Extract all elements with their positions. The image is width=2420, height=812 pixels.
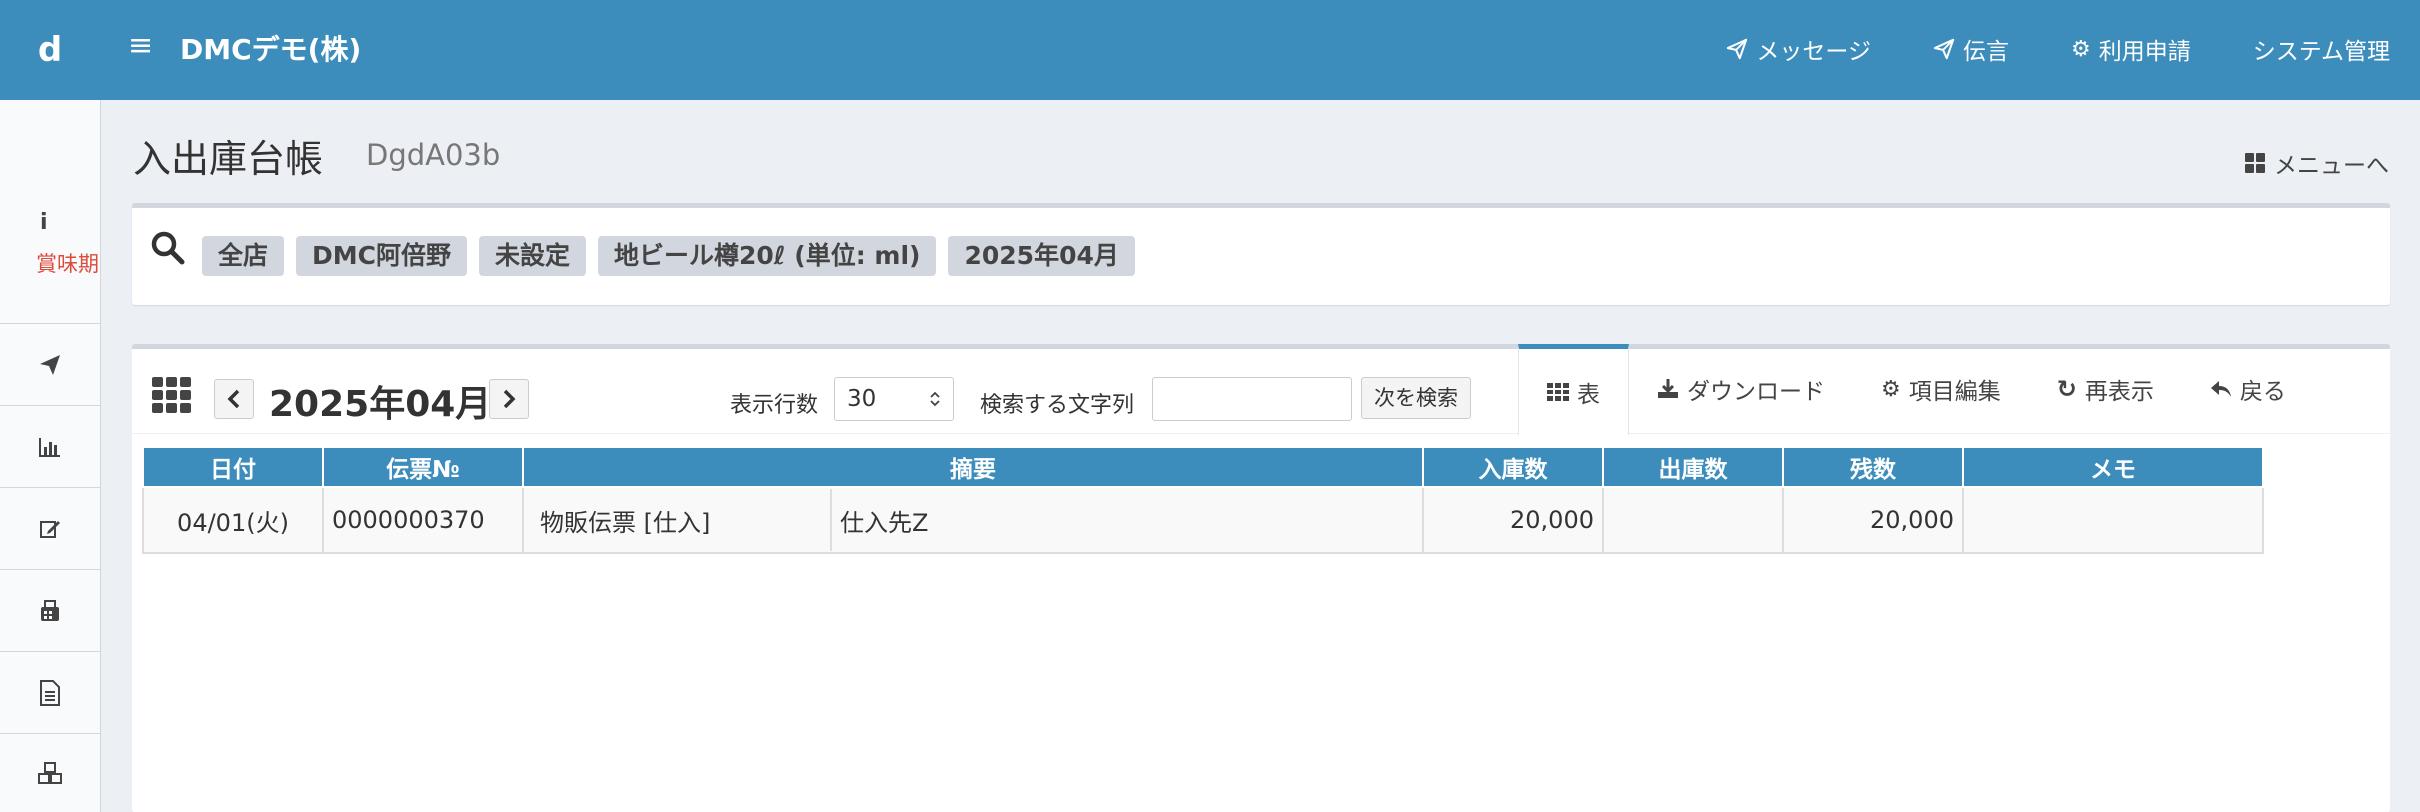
nav-system-admin[interactable]: システム管理 <box>2253 32 2390 66</box>
sidebar-divider <box>0 100 100 324</box>
page-title: 入出庫台帳 <box>133 137 324 181</box>
chevron-right-icon <box>503 389 516 409</box>
gear-icon: ⚙ <box>1881 376 1901 402</box>
ledger-toolbar: 2025年04月 表示行数 30 検索する文字列 次を検索 表 ダウンロード ⚙… <box>132 344 2390 435</box>
filter-tag-location: DMC阿倍野 <box>296 236 467 276</box>
sidebar-item-reports[interactable] <box>0 406 100 488</box>
top-navbar: d ≡ DMCデモ(株) メッセージ 伝言 ⚙ 利用申請 システム管理 <box>0 0 2420 100</box>
nav-label: システム管理 <box>2252 39 2390 65</box>
sidebar-item-document[interactable] <box>0 652 100 734</box>
nav-memo[interactable]: 伝言 <box>1933 32 2009 66</box>
column-header-balance[interactable]: 残数 <box>1782 446 1964 488</box>
filter-tag-store: 全店 <box>202 236 285 276</box>
column-header-in-qty[interactable]: 入庫数 <box>1422 446 1604 488</box>
column-header-date[interactable]: 日付 <box>142 446 324 488</box>
menu-link-label: メニューへ <box>2274 153 2389 179</box>
nav-label: 利用申請 <box>2098 39 2191 65</box>
menu-link[interactable]: メニューへ <box>2244 146 2389 180</box>
cell-memo[interactable] <box>1962 486 2264 554</box>
table-row[interactable]: 04/01(火) 0000000370 物販伝票 [仕入] 仕入先Z 20,00… <box>142 486 2264 554</box>
tab-download[interactable]: ダウンロード <box>1629 344 1853 434</box>
cubes-icon <box>38 762 62 784</box>
refresh-icon: ↻ <box>2056 375 2077 403</box>
column-header-summary[interactable]: 摘要 <box>522 446 1424 488</box>
paper-plane-icon <box>1727 38 1748 60</box>
summary-party: 仕入先Z <box>840 508 929 537</box>
filter-box: 全店 DMC阿倍野 未設定 地ビール樽20ℓ (単位: ml) 2025年04月 <box>132 203 2390 305</box>
edit-icon <box>40 520 60 538</box>
cell-out-qty <box>1602 486 1784 554</box>
rows-select-value: 30 <box>847 386 877 412</box>
hamburger-menu-icon[interactable]: ≡ <box>128 28 153 63</box>
bar-chart-icon <box>39 437 60 457</box>
nav-label: メッセージ <box>1756 39 1871 65</box>
sidebar-item-inventory[interactable] <box>0 734 100 812</box>
rows-select[interactable]: 30 <box>834 377 954 421</box>
updown-icon <box>930 391 940 407</box>
nav-label: 伝言 <box>1962 39 2009 65</box>
search-text-input[interactable] <box>1152 377 1352 421</box>
next-month-button[interactable] <box>489 379 529 419</box>
page-subtitle: DgdA03b <box>366 138 501 172</box>
column-header-slip-no[interactable]: 伝票№ <box>322 446 524 488</box>
cell-in-qty: 20,000 <box>1422 486 1604 554</box>
find-next-button[interactable]: 次を検索 <box>1361 377 1471 419</box>
cell-balance: 20,000 <box>1782 486 1964 554</box>
column-header-memo[interactable]: メモ <box>1962 446 2264 488</box>
tab-table[interactable]: 表 <box>1518 344 1629 435</box>
sidebar-item-send[interactable] <box>0 324 100 406</box>
grid-icon <box>2245 153 2265 173</box>
sidebar: i 賞味期 <box>0 100 101 812</box>
prev-month-button[interactable] <box>214 379 254 419</box>
fax-icon <box>41 599 59 621</box>
table-header-row: 日付 伝票№ 摘要 入庫数 出庫数 残数 メモ <box>142 446 2264 488</box>
cell-slip-no[interactable]: 0000000370 <box>322 486 524 554</box>
ledger-table: 日付 伝票№ 摘要 入庫数 出庫数 残数 メモ 04/01(火) 0000000… <box>142 446 2264 554</box>
tab-edit-fields[interactable]: ⚙ 項目編集 <box>1853 344 2029 434</box>
paper-plane-icon <box>1933 38 1955 60</box>
paper-plane-icon <box>40 354 60 375</box>
sidebar-item-fax[interactable] <box>0 570 100 652</box>
cell-date: 04/01(火) <box>142 486 324 554</box>
chevron-left-icon <box>227 389 240 409</box>
filter-tags: 全店 DMC阿倍野 未設定 地ビール樽20ℓ (単位: ml) 2025年04月 <box>202 236 1135 276</box>
company-name: DMCデモ(株) <box>180 33 362 66</box>
tab-label: 戻る <box>2239 379 2286 405</box>
tab-label: ダウンロード <box>1687 379 1825 405</box>
app-logo[interactable]: d <box>0 0 100 100</box>
filter-tag-month: 2025年04月 <box>948 236 1135 276</box>
table-icon <box>1547 383 1569 401</box>
tab-back[interactable]: 戻る <box>2182 344 2314 434</box>
reply-icon <box>2210 381 2231 397</box>
filter-tag-item: 地ビール樽20ℓ (単位: ml) <box>598 236 937 276</box>
cell-summary: 物販伝票 [仕入] 仕入先Z <box>522 486 1424 554</box>
tab-label: 表 <box>1577 382 1600 408</box>
column-header-out-qty[interactable]: 出庫数 <box>1602 446 1784 488</box>
tab-label: 再表示 <box>2084 379 2154 405</box>
current-month: 2025年04月 <box>269 384 492 425</box>
rows-label: 表示行数 <box>730 393 819 418</box>
tab-refresh[interactable]: ↻ 再表示 <box>2029 344 2182 434</box>
tab-label: 項目編集 <box>1908 379 2001 405</box>
top-nav: メッセージ 伝言 ⚙ 利用申請 システム管理 <box>1726 32 2390 66</box>
sidebar-item-edit[interactable] <box>0 488 100 570</box>
apps-grid-icon[interactable] <box>152 377 192 413</box>
search-icon[interactable] <box>150 230 186 266</box>
view-tabs: 表 ダウンロード ⚙ 項目編集 ↻ 再表示 戻る <box>1518 344 2314 435</box>
filter-tag-category: 未設定 <box>479 236 587 276</box>
download-icon <box>1658 379 1678 398</box>
nav-messages[interactable]: メッセージ <box>1726 32 1871 66</box>
document-icon <box>40 679 60 706</box>
nav-usage-request[interactable]: ⚙ 利用申請 <box>2071 32 2191 66</box>
gear-icon: ⚙ <box>2070 36 2091 62</box>
ledger-box: 2025年04月 表示行数 30 検索する文字列 次を検索 表 ダウンロード ⚙… <box>132 344 2390 812</box>
search-text-label: 検索する文字列 <box>980 393 1135 418</box>
summary-type: 物販伝票 [仕入] <box>532 489 832 551</box>
